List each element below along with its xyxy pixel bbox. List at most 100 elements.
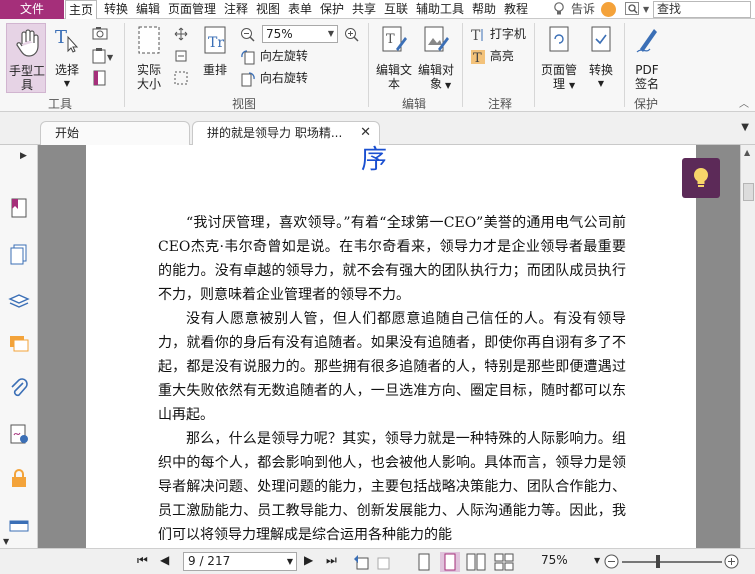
page-manage-icon (549, 26, 569, 52)
menu-view[interactable]: 视图 (256, 0, 280, 19)
menu-accessibility[interactable]: 辅助工具 (416, 0, 464, 19)
user-account-icon[interactable] (601, 2, 616, 17)
menu-bar: 文件 主页 转换 编辑 页面管理 注释 视图 表单 保护 共享 互联 辅助工具 … (0, 0, 755, 20)
tab-list-dropdown-icon[interactable]: ▼ (741, 122, 749, 133)
typewriter-icon: T (471, 28, 483, 44)
next-view-icon[interactable] (376, 553, 394, 571)
single-page-icon[interactable] (416, 553, 432, 571)
clipboard-icon[interactable]: ▼ (92, 48, 114, 64)
menu-connect[interactable]: 互联 (384, 0, 408, 19)
tab-start[interactable]: 开始 (40, 121, 190, 145)
lock-icon[interactable] (8, 467, 30, 489)
last-page-icon[interactable]: ⏭ (326, 553, 337, 568)
convert-button[interactable]: 转换 ▼ (584, 25, 618, 91)
group-label-comment: 注释 (487, 97, 512, 111)
zoom-level-select[interactable]: 75% ▼ (262, 25, 338, 43)
menu-share[interactable]: 共享 (352, 0, 376, 19)
scroll-up-icon[interactable]: ▲ (744, 148, 750, 157)
menu-comment[interactable]: 注释 (224, 0, 248, 19)
zoom-out-icon[interactable] (604, 554, 619, 569)
pen-sign-icon (636, 29, 657, 53)
comments-icon[interactable] (8, 333, 30, 355)
vertical-scrollbar[interactable]: ▲ (740, 145, 755, 548)
previous-view-icon[interactable] (352, 553, 370, 571)
pdf-page: 序 “我讨厌管理，喜欢领导。”有着“全球第一CEO”美誉的通用电气公司前CEO杰… (86, 145, 696, 548)
menu-convert[interactable]: 转换 (104, 0, 128, 19)
fit-visible-icon[interactable] (174, 71, 188, 85)
zoom-dropdown-icon[interactable]: ▼ (594, 556, 600, 565)
zoom-in-icon[interactable] (724, 554, 739, 569)
separator (534, 23, 535, 107)
menu-help[interactable]: 帮助 (472, 0, 496, 19)
highlight-label: 高亮 (489, 49, 514, 63)
lightbulb-icon[interactable] (553, 2, 565, 16)
hand-icon (16, 29, 39, 57)
continuous-facing-icon[interactable] (494, 553, 514, 571)
menu-home[interactable]: 主页 (65, 0, 98, 20)
document-viewer[interactable]: 序 “我讨厌管理，喜欢领导。”有着“全球第一CEO”美誉的通用电气公司前CEO杰… (38, 145, 740, 548)
continuous-page-icon[interactable] (440, 552, 460, 572)
typewriter-button[interactable]: T 打字机 (470, 26, 526, 44)
form-fields-icon[interactable] (8, 515, 30, 537)
collapse-ribbon-icon[interactable]: ︿ (739, 95, 749, 110)
rotate-left-button[interactable]: 向左旋转 (240, 48, 308, 65)
pdf-sign-button[interactable]: PDF签名 (630, 25, 664, 91)
panel-expand-icon[interactable]: ▶ (20, 151, 27, 161)
scroll-thumb[interactable] (743, 183, 754, 201)
file-menu-button[interactable]: 文件 (0, 0, 64, 19)
select-dropdown-icon: ▼ (63, 79, 71, 88)
panel-scroll-down-icon[interactable]: ▼ (3, 537, 9, 546)
zoom-in-icon[interactable] (344, 27, 360, 43)
convert-icon (591, 26, 611, 52)
reflow-icon: Tr (204, 26, 226, 54)
pages-thumbnail-icon[interactable] (8, 243, 30, 265)
tab-document[interactable]: 拼的就是领导力 职场精... ✕ (192, 121, 380, 145)
snapshot-icon[interactable] (92, 26, 110, 40)
edit-object-dropdown-icon[interactable]: ▼ (445, 81, 451, 90)
convert-dropdown-icon: ▼ (597, 79, 605, 88)
paste-icon[interactable] (92, 70, 108, 86)
rotate-left-label: 向左旋转 (259, 49, 308, 63)
status-bar: ⏮ ◀ 9 / 217 ▼ ▶ ⏭ 75% ▼ (0, 548, 755, 574)
zoom-percentage[interactable]: 75% (541, 553, 568, 567)
zoom-out-icon[interactable] (240, 27, 256, 43)
attachment-icon[interactable] (8, 377, 30, 399)
signature-panel-icon[interactable] (8, 423, 30, 445)
page-number-input[interactable]: 9 / 217 ▼ (183, 552, 297, 571)
hand-tool-button[interactable]: 手型工具 (6, 23, 46, 93)
menu-tutorial[interactable]: 教程 (504, 0, 528, 19)
menu-edit[interactable]: 编辑 (136, 0, 160, 19)
next-page-icon[interactable]: ▶ (304, 553, 313, 567)
reflow-button[interactable]: Tr 重排 (198, 25, 232, 91)
fit-width-icon[interactable] (174, 49, 188, 63)
search-input[interactable]: 查找 (653, 1, 751, 18)
convert-label: 转换 (588, 63, 613, 77)
menu-page-manage[interactable]: 页面管理 (168, 0, 216, 19)
bookmark-icon[interactable] (8, 197, 30, 219)
pdf-sign-label: PDF签名 (634, 63, 659, 91)
menu-protect[interactable]: 保护 (320, 0, 344, 19)
chapter-heading: 序 (361, 145, 388, 175)
actual-size-button[interactable]: 实际大小 (132, 25, 166, 91)
highlight-button[interactable]: T 高亮 (470, 48, 514, 66)
page-manage-dropdown-icon[interactable]: ▼ (569, 81, 575, 90)
fit-page-icon[interactable] (174, 27, 188, 41)
typewriter-label: 打字机 (489, 27, 526, 41)
layers-icon[interactable] (8, 289, 30, 311)
find-options-icon[interactable] (625, 2, 641, 16)
previous-page-icon[interactable]: ◀ (160, 553, 169, 567)
tell-me-label[interactable]: 告诉 (571, 0, 595, 19)
close-icon[interactable]: ✕ (360, 122, 371, 144)
first-page-icon[interactable]: ⏮ (137, 553, 148, 568)
select-button[interactable]: T 选择 ▼ (52, 25, 82, 91)
rotate-right-button[interactable]: 向右旋转 (240, 70, 308, 87)
facing-pages-icon[interactable] (466, 553, 486, 571)
tips-lightbulb-button[interactable] (682, 158, 720, 198)
separator (368, 23, 369, 107)
edit-text-button[interactable]: T 编辑文本 (376, 25, 412, 91)
menu-form[interactable]: 表单 (288, 0, 312, 19)
zoom-slider-track[interactable] (622, 561, 722, 563)
zoom-slider-thumb[interactable] (656, 555, 660, 568)
edit-text-label: 编辑文本 (376, 63, 413, 91)
find-dropdown-icon[interactable]: ▼ (643, 0, 649, 19)
